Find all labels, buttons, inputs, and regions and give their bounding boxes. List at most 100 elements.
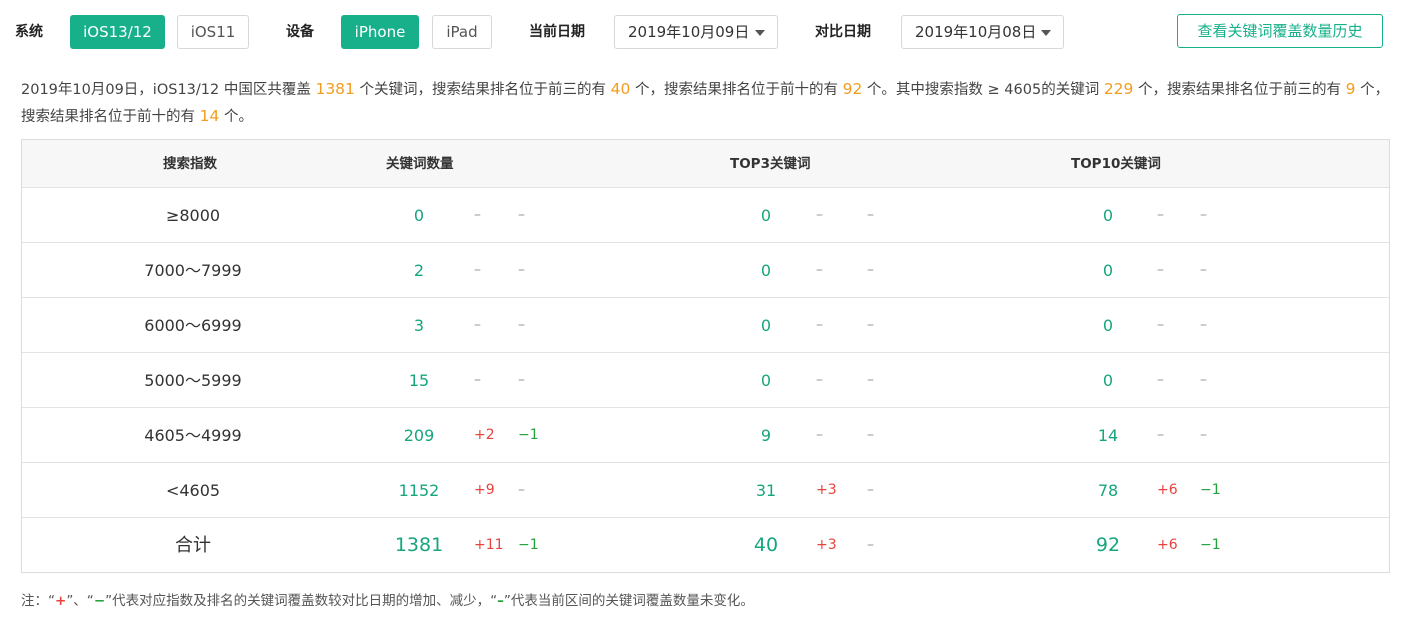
kw-count: 2 bbox=[413, 261, 425, 280]
summary-text: 个，搜索结果排名位于前三的有 bbox=[1133, 82, 1346, 98]
view-keyword-history-button[interactable]: 查看关键词覆盖数量历史 bbox=[1177, 14, 1383, 48]
top3-no-change-dash: – bbox=[867, 482, 874, 498]
kw-count: 1381 bbox=[394, 534, 444, 556]
header-top10: TOP10关键词 bbox=[1071, 156, 1161, 172]
search-index-range: 7000～7999 bbox=[144, 261, 242, 280]
top10-no-change-dash: – bbox=[1157, 427, 1164, 443]
note-plus: + bbox=[55, 593, 67, 609]
kw-decrease-delta: −1 bbox=[518, 427, 539, 443]
keyword-coverage-table: 搜索指数 关键词数量 TOP3关键词 TOP10关键词 ≥8000 0 – – 0 – – 0… bbox=[21, 139, 1390, 573]
kw-no-change-dash: – bbox=[518, 482, 525, 498]
top3-no-change-dash: – bbox=[867, 262, 874, 278]
header-top3: TOP3关键词 bbox=[730, 156, 811, 172]
table-row: 5000～5999 15 – – 0 – – 0 – – bbox=[22, 353, 1389, 408]
compare-date-label: 对比日期 bbox=[815, 24, 871, 40]
top10-no-change-dash: – bbox=[1200, 207, 1207, 223]
summary-highlight-number: 1381 bbox=[315, 80, 355, 98]
current-date-label: 当前日期 bbox=[529, 24, 585, 40]
top3-no-change-dash: – bbox=[816, 427, 823, 443]
top3-no-change-dash: – bbox=[816, 207, 823, 223]
note-dash: – bbox=[497, 593, 504, 609]
search-index-range: 5000～5999 bbox=[144, 371, 242, 390]
top3-count: 40 bbox=[753, 534, 779, 556]
top10-no-change-dash: – bbox=[1200, 427, 1207, 443]
kw-no-change-dash: – bbox=[474, 372, 481, 388]
summary-text: 个。 bbox=[219, 109, 253, 125]
table-row: 7000～7999 2 – – 0 – – 0 – – bbox=[22, 243, 1389, 298]
note-text: ”代表对应指数及排名的关键词覆盖数较对比日期的增加、减少，“ bbox=[105, 593, 498, 609]
compare-date-select[interactable]: 2019年10月08日 bbox=[901, 15, 1064, 49]
top3-count: 0 bbox=[760, 371, 772, 390]
top10-count: 0 bbox=[1102, 261, 1114, 280]
top10-no-change-dash: – bbox=[1200, 317, 1207, 333]
table-header: 搜索指数 关键词数量 TOP3关键词 TOP10关键词 bbox=[22, 140, 1389, 188]
search-index-range: 合计 bbox=[175, 535, 211, 556]
top3-count: 0 bbox=[760, 261, 772, 280]
kw-no-change-dash: – bbox=[474, 262, 481, 278]
top3-no-change-dash: – bbox=[867, 537, 874, 553]
summary-text: 个，搜索结果排名位于前十的有 bbox=[630, 82, 843, 98]
top3-count: 31 bbox=[755, 481, 777, 500]
summary-highlight-number: 9 bbox=[1345, 80, 1356, 98]
search-index-range: 6000～6999 bbox=[144, 316, 242, 335]
summary-highlight-number: 14 bbox=[199, 107, 220, 125]
table-row: ≥8000 0 – – 0 – – 0 – – bbox=[22, 188, 1389, 243]
kw-increase-delta: +2 bbox=[474, 427, 495, 443]
search-index-range: <4605 bbox=[165, 481, 221, 500]
header-keyword-count: 关键词数量 bbox=[386, 156, 454, 172]
top10-no-change-dash: – bbox=[1157, 372, 1164, 388]
kw-increase-delta: +9 bbox=[474, 482, 495, 498]
note-text: ”、“ bbox=[66, 593, 94, 609]
table-row: 6000～6999 3 – – 0 – – 0 – – bbox=[22, 298, 1389, 353]
device-label: 设备 bbox=[286, 24, 314, 40]
filter-toolbar: 系统 iOS13/12 iOS11 设备 iPhone iPad 当前日期 20… bbox=[0, 14, 1401, 50]
legend-note: 注：“+”、“−”代表对应指数及排名的关键词覆盖数较对比日期的增加、减少，“–”… bbox=[21, 589, 754, 609]
summary-highlight-number: 92 bbox=[842, 80, 863, 98]
top3-no-change-dash: – bbox=[867, 317, 874, 333]
top10-increase-delta: +6 bbox=[1157, 482, 1178, 498]
top10-no-change-dash: – bbox=[1200, 372, 1207, 388]
kw-no-change-dash: – bbox=[518, 317, 525, 333]
top10-no-change-dash: – bbox=[1157, 207, 1164, 223]
device-option-iphone[interactable]: iPhone bbox=[341, 15, 419, 49]
top10-count: 0 bbox=[1102, 206, 1114, 225]
top10-no-change-dash: – bbox=[1157, 262, 1164, 278]
system-option-ios13-12[interactable]: iOS13/12 bbox=[70, 15, 165, 49]
note-minus: − bbox=[93, 593, 106, 609]
table-row: <4605 1152 +9 – 31 +3 – 78 +6 −1 bbox=[22, 463, 1389, 518]
kw-count: 1152 bbox=[398, 481, 440, 500]
kw-no-change-dash: – bbox=[518, 262, 525, 278]
current-date-value: 2019年10月09日 bbox=[628, 23, 750, 41]
coverage-summary: 2019年10月09日，iOS13/12 中国区共覆盖 1381 个关键词，搜索… bbox=[21, 76, 1391, 130]
system-option-ios11[interactable]: iOS11 bbox=[177, 15, 249, 49]
kw-no-change-dash: – bbox=[474, 317, 481, 333]
top3-no-change-dash: – bbox=[816, 317, 823, 333]
top3-no-change-dash: – bbox=[867, 207, 874, 223]
kw-no-change-dash: – bbox=[474, 207, 481, 223]
table-row: 4605～4999 209 +2 −1 9 – – 14 – – bbox=[22, 408, 1389, 463]
top3-increase-delta: +3 bbox=[816, 482, 837, 498]
top10-count: 78 bbox=[1097, 481, 1119, 500]
top3-no-change-dash: – bbox=[867, 372, 874, 388]
top3-count: 0 bbox=[760, 316, 772, 335]
top10-count: 0 bbox=[1102, 371, 1114, 390]
summary-text: 个关键词，搜索结果排名位于前三的有 bbox=[354, 82, 611, 98]
top10-count: 0 bbox=[1102, 316, 1114, 335]
top3-count: 0 bbox=[760, 206, 772, 225]
summary-highlight-number: 40 bbox=[610, 80, 631, 98]
note-text: 注：“ bbox=[21, 593, 55, 609]
current-date-select[interactable]: 2019年10月09日 bbox=[614, 15, 778, 49]
top3-no-change-dash: – bbox=[816, 262, 823, 278]
top10-no-change-dash: – bbox=[1157, 317, 1164, 333]
device-option-ipad[interactable]: iPad bbox=[432, 15, 492, 49]
kw-count: 3 bbox=[413, 316, 425, 335]
kw-increase-delta: +11 bbox=[474, 537, 504, 553]
kw-count: 209 bbox=[403, 426, 435, 445]
kw-no-change-dash: – bbox=[518, 372, 525, 388]
top3-increase-delta: +3 bbox=[816, 537, 837, 553]
top10-decrease-delta: −1 bbox=[1200, 537, 1221, 553]
table-row-total: 合计 1381 +11 −1 40 +3 – 92 +6 −1 bbox=[22, 518, 1389, 573]
kw-no-change-dash: – bbox=[518, 207, 525, 223]
header-search-index: 搜索指数 bbox=[163, 156, 217, 172]
top3-no-change-dash: – bbox=[816, 372, 823, 388]
